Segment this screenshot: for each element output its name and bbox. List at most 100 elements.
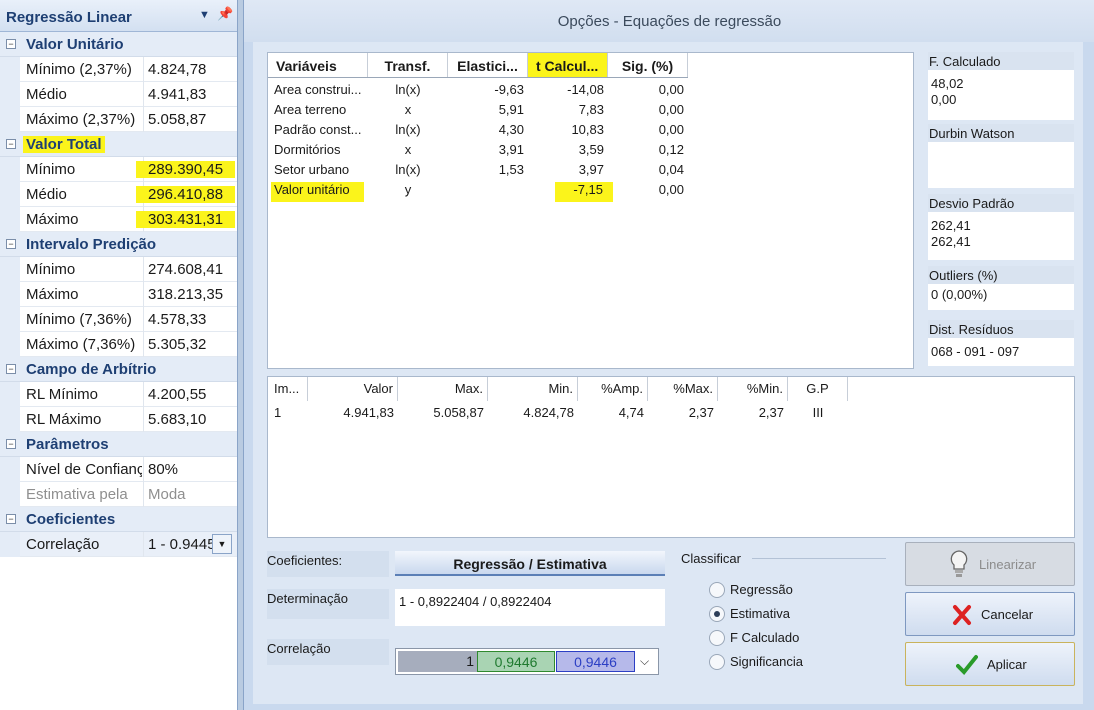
- category-intervalo-predicao[interactable]: − Intervalo Predição: [0, 232, 237, 257]
- category-coeficientes[interactable]: − Coeficientes: [0, 507, 237, 532]
- table-cell: ln(x): [395, 162, 421, 177]
- table-cell: 1,53: [498, 162, 524, 177]
- table-row[interactable]: 1 4.941,83 5.058,87 4.824,78 4,74 2,37 2…: [268, 403, 848, 423]
- table-cell: Dormitórios: [274, 142, 341, 157]
- panel-header: Regressão Linear ▼ 📌: [0, 0, 237, 32]
- table-cell: 0,00: [658, 182, 684, 197]
- outliers-box: Outliers (%) 0 (0,00%): [928, 266, 1074, 310]
- property-value: 5.058,87: [148, 111, 207, 128]
- radio-regressao[interactable]: [709, 582, 725, 598]
- correlacao-cell: 1: [398, 651, 477, 672]
- property-value: 318.213,35: [148, 286, 224, 303]
- table-cell: ln(x): [395, 82, 421, 97]
- radio-label[interactable]: Significancia: [730, 654, 803, 669]
- stat-value: 262,41 262,41: [928, 212, 1074, 260]
- table-row[interactable]: Setor urbano ln(x) 1,53 3,97 0,04: [268, 161, 688, 181]
- table-cell: x: [404, 102, 412, 117]
- radio-estimativa[interactable]: [709, 606, 725, 622]
- property-row[interactable]: RL Máximo 5.683,10: [0, 407, 237, 432]
- category-campo-arbitrio[interactable]: − Campo de Arbítrio: [0, 357, 237, 382]
- table-cell: Area terreno: [274, 102, 347, 117]
- table-row[interactable]: Valor unitário y -7,15 0,00: [268, 181, 688, 202]
- collapse-icon[interactable]: −: [6, 364, 16, 374]
- radio-label[interactable]: F Calculado: [730, 630, 799, 645]
- radio-label[interactable]: Regressão: [730, 582, 793, 597]
- table-row[interactable]: Dormitórios x 3,91 3,59 0,12: [268, 141, 688, 161]
- property-value: 80%: [148, 461, 179, 478]
- property-value: 289.390,45: [136, 161, 236, 178]
- column-header[interactable]: %Max.: [648, 377, 718, 401]
- column-header[interactable]: Max.: [398, 377, 488, 401]
- category-label: Parâmetros: [26, 436, 109, 453]
- category-label: Campo de Arbítrio: [26, 361, 157, 378]
- panel-menu-arrow-icon[interactable]: ▼: [199, 9, 210, 21]
- stat-value: [928, 142, 1074, 188]
- property-row[interactable]: Máximo (7,36%) 5.305,32: [0, 332, 237, 357]
- radio-f-calculado[interactable]: [709, 630, 725, 646]
- property-row[interactable]: Máximo 318.213,35: [0, 282, 237, 307]
- chevron-down-icon[interactable]: ▼: [212, 534, 232, 554]
- pin-icon[interactable]: 📌: [217, 6, 233, 22]
- collapse-icon[interactable]: −: [6, 514, 16, 524]
- table-row[interactable]: Area construi... ln(x) -9,63 -14,08 0,00: [268, 81, 688, 101]
- column-header-highlighted[interactable]: t Calcul...: [528, 53, 608, 77]
- collapse-icon[interactable]: −: [6, 39, 16, 49]
- stat-value: 0 (0,00%): [928, 284, 1074, 310]
- property-key: RL Mínimo: [26, 386, 98, 403]
- durbin-watson-box: Durbin Watson: [928, 124, 1074, 188]
- column-header[interactable]: Im...: [268, 377, 308, 401]
- column-header[interactable]: Elastici...: [448, 53, 528, 77]
- property-row[interactable]: Médio 4.941,83: [0, 82, 237, 107]
- table-cell: 2,37: [688, 405, 714, 420]
- property-row[interactable]: RL Mínimo 4.200,55: [0, 382, 237, 407]
- stat-line: 48,02: [931, 76, 964, 91]
- property-row[interactable]: Mínimo (7,36%) 4.578,33: [0, 307, 237, 332]
- category-parametros[interactable]: − Parâmetros: [0, 432, 237, 457]
- table-cell: Area construi...: [274, 82, 362, 97]
- linearizar-button[interactable]: Linearizar: [905, 542, 1075, 586]
- table-cell: 4.824,78: [523, 405, 574, 420]
- radio-significancia[interactable]: [709, 654, 725, 670]
- table-header: Variáveis Transf. Elastici... t Calcul..…: [268, 53, 688, 78]
- tab-regressao-estimativa[interactable]: Regressão / Estimativa: [395, 551, 665, 576]
- column-header[interactable]: Variáveis: [268, 53, 368, 77]
- chevron-down-icon[interactable]: ⌵: [640, 654, 649, 669]
- radio-label[interactable]: Estimativa: [730, 606, 790, 621]
- property-row[interactable]: Mínimo (2,37%) 4.824,78: [0, 57, 237, 82]
- aplicar-button[interactable]: Aplicar: [905, 642, 1075, 686]
- table-row[interactable]: Area terreno x 5,91 7,83 0,00: [268, 101, 688, 121]
- collapse-icon[interactable]: −: [6, 139, 16, 149]
- collapse-icon[interactable]: −: [6, 239, 16, 249]
- cancelar-button[interactable]: Cancelar: [905, 592, 1075, 636]
- correlacao-select[interactable]: 1 0,9446 0,9446 ⌵: [395, 648, 659, 675]
- determinacao-field[interactable]: 1 - 0,8922404 / 0,8922404: [395, 589, 665, 626]
- property-row[interactable]: Médio 296.410,88: [0, 182, 237, 207]
- column-header[interactable]: G.P: [788, 377, 848, 401]
- column-header[interactable]: Valor: [308, 377, 398, 401]
- property-row[interactable]: Máximo (2,37%) 5.058,87: [0, 107, 237, 132]
- property-row[interactable]: Máximo 303.431,31: [0, 207, 237, 232]
- column-header[interactable]: %Min.: [718, 377, 788, 401]
- stat-line: 0,00: [931, 92, 957, 107]
- table-cell: 3,91: [498, 142, 524, 157]
- property-row-selected[interactable]: Correlação 1 - 0.9445 ▼: [0, 532, 237, 557]
- property-row[interactable]: Nível de Confiança 80%: [0, 457, 237, 482]
- property-row[interactable]: Mínimo 289.390,45: [0, 157, 237, 182]
- property-key: Mínimo: [26, 161, 76, 178]
- column-header[interactable]: Min.: [488, 377, 578, 401]
- category-valor-total[interactable]: − Valor Total: [0, 132, 237, 157]
- category-valor-unitario[interactable]: − Valor Unitário: [0, 32, 237, 57]
- column-header[interactable]: Transf.: [368, 53, 448, 77]
- determinacao-label: Determinação: [267, 589, 389, 619]
- property-key: Mínimo (7,36%): [26, 311, 132, 328]
- column-header[interactable]: %Amp.: [578, 377, 648, 401]
- property-row[interactable]: Mínimo 274.608,41: [0, 257, 237, 282]
- category-label: Intervalo Predição: [26, 236, 157, 253]
- button-label: Cancelar: [981, 607, 1034, 622]
- collapse-icon[interactable]: −: [6, 439, 16, 449]
- property-key: Mínimo: [26, 261, 76, 278]
- correlacao-value[interactable]: 1 - 0.9445: [148, 536, 212, 553]
- column-header[interactable]: Sig. (%): [608, 53, 688, 77]
- table-row[interactable]: Padrão const... ln(x) 4,30 10,83 0,00: [268, 121, 688, 141]
- property-key: Estimativa pela: [26, 486, 128, 503]
